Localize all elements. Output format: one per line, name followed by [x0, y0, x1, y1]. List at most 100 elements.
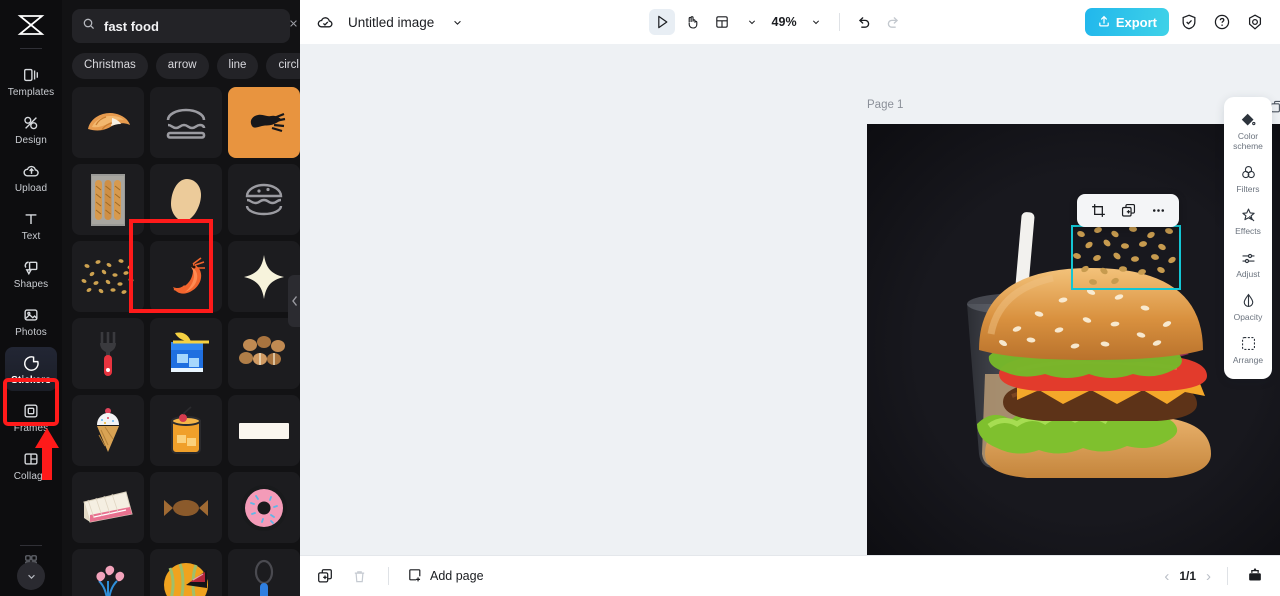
canvas-area[interactable]: Page 1 Color scheme Filters Effects Adju…: [300, 44, 1280, 555]
sticker-cell-cheese-wedge[interactable]: [72, 472, 144, 543]
help-question-icon[interactable]: [1209, 9, 1235, 35]
export-upload-icon: [1097, 14, 1111, 31]
sticker-cell-flower-vase[interactable]: [72, 549, 144, 596]
redo-icon[interactable]: [880, 9, 906, 35]
stickers-icon: [21, 353, 41, 373]
sticker-cell-nuts[interactable]: [228, 318, 300, 389]
layout-icon[interactable]: [709, 9, 735, 35]
print-button[interactable]: [1244, 565, 1266, 587]
tool-label: Opacity: [1233, 311, 1263, 322]
tool-color-scheme[interactable]: Color scheme: [1225, 105, 1271, 156]
tool-filters[interactable]: Filters: [1225, 158, 1271, 199]
placed-sesame-seeds-sticker[interactable]: [1071, 225, 1181, 290]
tool-label-line1: Color: [1237, 131, 1259, 141]
sidebar-item-photos[interactable]: Photos: [5, 299, 57, 343]
filters-icon: [1239, 164, 1257, 182]
capcut-logo-icon[interactable]: [12, 8, 50, 42]
duplicate-page-button[interactable]: [314, 565, 336, 587]
toolbar-divider: [839, 13, 841, 31]
selection-more-dots-icon[interactable]: [1147, 200, 1169, 222]
sidebar-item-label: Photos: [15, 327, 47, 338]
sticker-cell-blue-spoon[interactable]: [228, 549, 300, 596]
crop-icon[interactable]: [1087, 200, 1109, 222]
delete-page-button[interactable]: [348, 565, 370, 587]
sticker-cell-bread-blob[interactable]: [150, 164, 222, 235]
sticker-cell-croissant[interactable]: [72, 87, 144, 158]
sidebar-item-label: Text: [21, 231, 41, 242]
rail-divider: [20, 48, 42, 49]
sticker-cell-fork[interactable]: [72, 318, 144, 389]
sidebar-item-label: Upload: [14, 183, 48, 194]
settings-gear-icon[interactable]: [1242, 9, 1268, 35]
add-page-icon: [407, 567, 423, 586]
export-button[interactable]: Export: [1084, 8, 1169, 36]
sidebar-item-templates[interactable]: Templates: [5, 59, 57, 103]
cloud-saved-icon: [312, 9, 338, 35]
sticker-cell-black-brush[interactable]: [228, 87, 300, 158]
prev-page-button[interactable]: ‹: [1164, 568, 1169, 585]
sticker-cell-baguette[interactable]: [72, 164, 144, 235]
shield-icon[interactable]: [1176, 9, 1202, 35]
rail-bottom-section: [0, 541, 62, 596]
bottom-toolbar: Add page ‹ 1/1 ›: [300, 555, 1280, 596]
title-chevron-down-icon[interactable]: [444, 9, 470, 35]
zoom-chevron-down-icon[interactable]: [803, 9, 829, 35]
zoom-level-value: 49%: [771, 15, 797, 29]
page-label: Page 1: [867, 99, 904, 111]
left-nav-rail: Templates Design Upload Text Shapes Phot…: [0, 0, 62, 596]
sidebar-item-stickers[interactable]: Stickers: [5, 347, 57, 391]
chip-line[interactable]: line: [216, 53, 259, 79]
tool-label: Filters: [1236, 183, 1260, 194]
color-scheme-icon: [1239, 111, 1257, 129]
next-page-button[interactable]: ›: [1206, 568, 1211, 585]
sticker-cell-burger-outline[interactable]: [150, 87, 222, 158]
design-page-canvas[interactable]: [867, 124, 1280, 555]
hand-pan-icon[interactable]: [679, 9, 705, 35]
sticker-cell-burger-outline-2[interactable]: [228, 164, 300, 235]
panel-collapse-handle[interactable]: [288, 275, 300, 327]
sidebar-item-design[interactable]: Design: [5, 107, 57, 151]
rail-divider-bottom: [20, 545, 42, 546]
sticker-cell-candy[interactable]: [150, 472, 222, 543]
close-x-icon[interactable]: [287, 17, 300, 35]
search-box[interactable]: [72, 9, 297, 43]
chip-arrow[interactable]: arrow: [155, 53, 209, 79]
sticker-cell-melon[interactable]: [150, 549, 222, 596]
export-label: Export: [1115, 14, 1157, 30]
sidebar-item-collage[interactable]: Collage: [5, 443, 57, 487]
cursor-select-icon[interactable]: [649, 9, 676, 35]
chip-circle[interactable]: circl: [266, 53, 300, 79]
document-title[interactable]: Untitled image: [348, 15, 434, 30]
sticker-cell-sesame-seeds[interactable]: [72, 241, 144, 312]
search-input[interactable]: [104, 18, 279, 34]
sticker-cell-donut[interactable]: [228, 472, 300, 543]
tool-label: Adjust: [1236, 269, 1260, 280]
duplicate-icon[interactable]: [1117, 200, 1139, 222]
design-icon: [21, 113, 41, 133]
add-page-button[interactable]: Add page: [407, 567, 484, 586]
tool-arrange[interactable]: Arrange: [1225, 329, 1271, 370]
burger-photo[interactable]: [867, 124, 1280, 555]
main-area: Untitled image 49% Export Page 1 Color s…: [300, 0, 1280, 596]
effects-icon: [1239, 206, 1257, 224]
image-tools-panel: Color scheme Filters Effects Adjust Opac…: [1224, 97, 1272, 380]
selection-floating-toolbar: [1077, 194, 1179, 227]
sticker-cell-ice-cream[interactable]: [72, 395, 144, 466]
sidebar-item-text[interactable]: Text: [5, 203, 57, 247]
sticker-cell-blue-drink[interactable]: [150, 318, 222, 389]
sidebar-item-frames[interactable]: Frames: [5, 395, 57, 439]
capcut-image-editor: Templates Design Upload Text Shapes Phot…: [0, 0, 1280, 596]
sticker-cell-white-bar[interactable]: [228, 395, 300, 466]
sidebar-item-upload[interactable]: Upload: [5, 155, 57, 199]
sidebar-item-shapes[interactable]: Shapes: [5, 251, 57, 295]
undo-icon[interactable]: [850, 9, 876, 35]
tool-opacity[interactable]: Opacity: [1225, 286, 1271, 327]
rail-expand-button[interactable]: [17, 562, 45, 590]
chip-christmas[interactable]: Christmas: [72, 53, 148, 79]
layout-chevron-down-icon[interactable]: [739, 9, 765, 35]
sidebar-item-label: Stickers: [11, 375, 51, 386]
sticker-cell-orange-drink[interactable]: [150, 395, 222, 466]
sticker-cell-shrimp[interactable]: [150, 241, 222, 312]
tool-adjust[interactable]: Adjust: [1225, 243, 1271, 284]
tool-effects[interactable]: Effects: [1225, 200, 1271, 241]
